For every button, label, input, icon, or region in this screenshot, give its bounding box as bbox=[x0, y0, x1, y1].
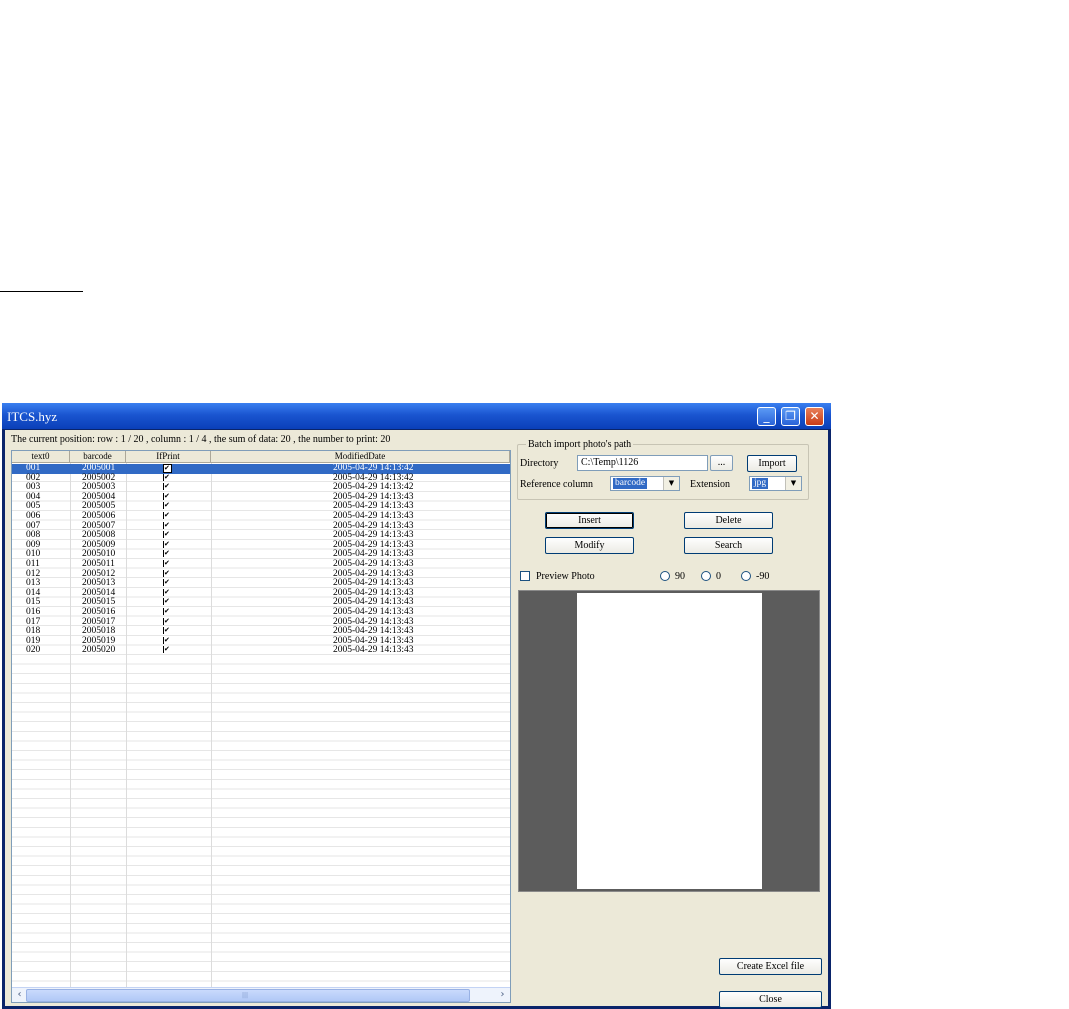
scroll-right-icon[interactable]: › bbox=[496, 989, 509, 1001]
minimize-button[interactable]: _ bbox=[757, 407, 776, 426]
divider-line bbox=[0, 291, 83, 292]
cell-ifprint-checkbox[interactable]: ✔ bbox=[163, 579, 171, 587]
rotate-0-label: 0 bbox=[716, 571, 721, 582]
modify-button[interactable]: Modify bbox=[545, 537, 634, 554]
cell-text0: 020 bbox=[26, 645, 41, 656]
cell-ifprint-checkbox[interactable]: ✔ bbox=[163, 531, 171, 539]
cell-ifprint-checkbox[interactable]: ✔ bbox=[163, 540, 171, 548]
cell-ifprint-checkbox[interactable]: ✔ bbox=[163, 483, 171, 491]
cell-ifprint-checkbox[interactable]: ✔ bbox=[163, 492, 171, 500]
cell-ifprint-checkbox[interactable]: ✔ bbox=[163, 521, 171, 529]
cell-ifprint-checkbox[interactable]: ✔ bbox=[163, 560, 171, 567]
search-button[interactable]: Search bbox=[684, 537, 773, 554]
col-header-barcode[interactable]: barcode bbox=[70, 451, 126, 462]
browse-button[interactable]: ... bbox=[710, 455, 733, 471]
col-header-modifieddate[interactable]: ModifiedDate bbox=[211, 451, 510, 462]
cell-ifprint-checkbox[interactable]: ✔ bbox=[163, 502, 171, 510]
cell-ifprint-checkbox[interactable]: ✔ bbox=[163, 598, 171, 606]
grid-header: text0 barcode IfPrint ModifiedDate bbox=[12, 451, 510, 463]
minimize-icon: _ bbox=[763, 409, 770, 423]
cell-barcode: 2005020 bbox=[82, 645, 116, 656]
photo-preview-page bbox=[577, 593, 762, 889]
extension-value: jpg bbox=[752, 478, 769, 489]
horizontal-scrollbar[interactable]: ‹ ||| › bbox=[12, 987, 510, 1002]
rotate-neg90-label: -90 bbox=[756, 571, 770, 582]
grip-icon: ||| bbox=[242, 992, 249, 999]
insert-button[interactable]: Insert bbox=[545, 512, 634, 529]
scroll-left-icon[interactable]: ‹ bbox=[13, 989, 26, 1001]
rotate-neg90-radio[interactable] bbox=[741, 571, 751, 581]
directory-label: Directory bbox=[520, 458, 559, 469]
col-header-text0[interactable]: text0 bbox=[12, 451, 70, 462]
cell-modified-date: 2005-04-29 14:13:43 bbox=[333, 645, 414, 656]
import-button[interactable]: Import bbox=[747, 455, 797, 472]
extension-label: Extension bbox=[690, 479, 730, 490]
cell-ifprint-checkbox[interactable]: ✔ bbox=[163, 464, 172, 473]
cell-ifprint-checkbox[interactable]: ✔ bbox=[163, 608, 171, 615]
cell-ifprint-checkbox[interactable]: ✔ bbox=[163, 473, 171, 481]
batch-import-group: Batch import photo's path Directory C:\T… bbox=[517, 439, 809, 500]
rotate-90-radio[interactable] bbox=[660, 571, 670, 581]
preview-photo-checkbox[interactable] bbox=[520, 571, 530, 581]
cell-ifprint-checkbox[interactable]: ✔ bbox=[163, 617, 171, 625]
chevron-down-icon[interactable]: ▼ bbox=[785, 477, 801, 490]
maximize-button[interactable]: ❐ bbox=[781, 407, 800, 426]
reference-column-value: barcode bbox=[613, 478, 648, 489]
cell-ifprint-checkbox[interactable]: ✔ bbox=[163, 636, 171, 644]
window-title: ITCS.hyz bbox=[7, 409, 58, 424]
rotate-0-radio[interactable] bbox=[701, 571, 711, 581]
cell-ifprint-checkbox[interactable]: ✔ bbox=[163, 512, 171, 519]
col-header-ifprint[interactable]: IfPrint bbox=[126, 451, 211, 462]
close-button[interactable]: Close bbox=[719, 991, 822, 1008]
preview-photo-label: Preview Photo bbox=[536, 571, 595, 582]
directory-input[interactable]: C:\Temp\1126 bbox=[577, 455, 708, 471]
restore-icon: ❐ bbox=[785, 409, 796, 423]
data-grid[interactable]: text0 barcode IfPrint ModifiedDate 001 20… bbox=[11, 450, 511, 1003]
status-text: The current position: row : 1 / 20 , col… bbox=[11, 434, 391, 445]
close-icon: ✕ bbox=[809, 409, 820, 423]
delete-button[interactable]: Delete bbox=[684, 512, 773, 529]
reference-column-select[interactable]: barcode ▼ bbox=[610, 476, 680, 491]
create-excel-button[interactable]: Create Excel file bbox=[719, 958, 822, 975]
chevron-down-icon[interactable]: ▼ bbox=[663, 477, 679, 490]
title-bar[interactable]: ITCS.hyz _ ❐ ✕ bbox=[2, 403, 831, 429]
reference-column-label: Reference column bbox=[520, 479, 594, 490]
table-row[interactable]: 020 2005020 ✔ 2005-04-29 14:13:43 bbox=[12, 646, 510, 656]
extension-select[interactable]: jpg ▼ bbox=[749, 476, 802, 491]
cell-ifprint-checkbox[interactable]: ✔ bbox=[163, 569, 171, 577]
rotate-90-label: 90 bbox=[675, 571, 685, 582]
batch-import-legend: Batch import photo's path bbox=[526, 439, 634, 450]
cell-ifprint-checkbox[interactable]: ✔ bbox=[163, 588, 171, 596]
cell-ifprint-checkbox[interactable]: ✔ bbox=[163, 646, 171, 654]
grid-body: 001 2005001 ✔ 2005-04-29 14:13:42 002 2005002… bbox=[12, 463, 510, 987]
close-window-button[interactable]: ✕ bbox=[805, 407, 824, 426]
client-area: The current position: row : 1 / 20 , col… bbox=[5, 430, 828, 1008]
photo-preview-area bbox=[518, 590, 820, 892]
app-window: ITCS.hyz _ ❐ ✕ The current position: row… bbox=[2, 403, 831, 1009]
cell-ifprint-checkbox[interactable]: ✔ bbox=[163, 550, 171, 558]
scroll-thumb[interactable]: ||| bbox=[26, 989, 470, 1002]
cell-ifprint-checkbox[interactable]: ✔ bbox=[163, 627, 171, 635]
